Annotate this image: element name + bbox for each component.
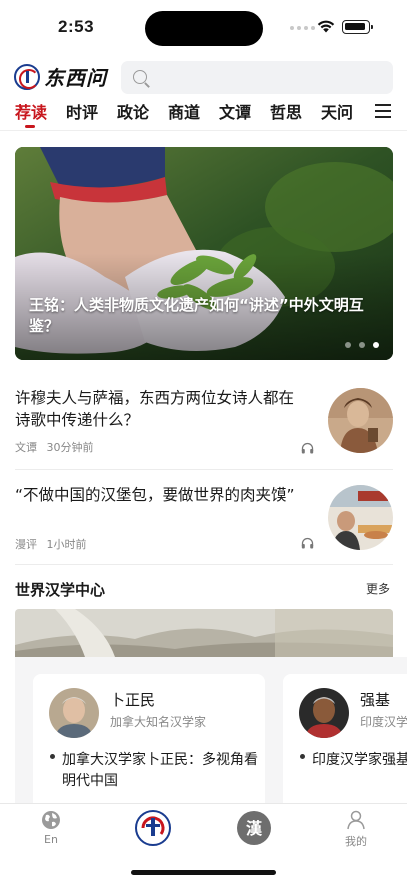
article-category: 文谭 bbox=[15, 441, 37, 454]
globe-icon bbox=[42, 811, 60, 829]
tab-commentary[interactable]: 时评 bbox=[66, 99, 98, 123]
article-item[interactable]: 许穆夫人与萨福，东西方两位女诗人都在诗歌中传递什么？ 文谭 30分钟前 bbox=[15, 385, 393, 470]
tab-science[interactable]: 天问 bbox=[321, 99, 353, 123]
section-banner bbox=[15, 609, 393, 657]
user-icon bbox=[347, 810, 365, 830]
headphones-icon[interactable] bbox=[301, 537, 314, 549]
nav-profile[interactable]: 我的 bbox=[343, 810, 369, 849]
carousel-dot-active bbox=[373, 342, 379, 348]
tab-politics[interactable]: 政论 bbox=[117, 99, 149, 123]
tab-culture[interactable]: 文谭 bbox=[219, 99, 251, 123]
article-title[interactable]: “不做中国的汉堡包，要做世界的肉夹馍” bbox=[15, 484, 305, 506]
article-item[interactable]: “不做中国的汉堡包，要做世界的肉夹馍” 漫评 1小时前 bbox=[15, 482, 393, 567]
active-tab-indicator bbox=[25, 125, 35, 128]
scholar-card[interactable]: 强基 印度汉学家 印度汉学家强基：“以译传道” bbox=[283, 674, 407, 803]
scholar-description: 加拿大知名汉学家 bbox=[110, 715, 207, 729]
logo-text: 东西问 bbox=[44, 66, 107, 90]
hero-caption[interactable]: 王铭：人类非物质文化遗产如何“讲述”中外文明互鉴？ bbox=[29, 295, 364, 337]
search-input[interactable] bbox=[157, 61, 387, 94]
dynamic-island bbox=[145, 11, 263, 46]
search-box[interactable] bbox=[121, 61, 393, 94]
carousel-dot bbox=[359, 342, 365, 348]
scholar-article-title[interactable]: 印度汉学家强基：“以译传道” bbox=[312, 750, 407, 771]
wifi-icon bbox=[317, 20, 335, 33]
status-bar: 2:53 bbox=[0, 0, 407, 56]
tab-business[interactable]: 商道 bbox=[168, 99, 200, 123]
nav-english[interactable]: En bbox=[39, 810, 63, 846]
article-time: 30分钟前 bbox=[46, 441, 94, 454]
menu-icon[interactable] bbox=[375, 104, 391, 118]
bullet-icon bbox=[49, 750, 58, 759]
section-more-link[interactable]: 更多 bbox=[366, 580, 390, 597]
article-thumbnail bbox=[328, 485, 393, 550]
hero-carousel[interactable]: 王铭：人类非物质文化遗产如何“讲述”中外文明互鉴？ bbox=[15, 147, 393, 360]
article-category: 漫评 bbox=[15, 538, 37, 551]
app-header: 东西问 bbox=[0, 58, 407, 96]
carousel-dot bbox=[345, 342, 351, 348]
bullet-icon bbox=[299, 750, 308, 759]
tab-philosophy[interactable]: 哲思 bbox=[270, 99, 302, 123]
scholar-carousel[interactable]: 卜正民 加拿大知名汉学家 加拿大汉学家卜正民：多视角看明代中国 强基 印度汉学家… bbox=[15, 657, 407, 803]
nav-profile-label: 我的 bbox=[345, 835, 367, 848]
scholar-card[interactable]: 卜正民 加拿大知名汉学家 加拿大汉学家卜正民：多视角看明代中国 bbox=[33, 674, 265, 803]
divider bbox=[15, 469, 393, 470]
scholar-article-title[interactable]: 加拿大汉学家卜正民：多视角看明代中国 bbox=[62, 750, 258, 792]
category-tabs: 荐读 时评 政论 商道 文谭 哲思 天问 bbox=[0, 97, 407, 131]
scholar-avatar bbox=[299, 688, 349, 738]
scholar-avatar bbox=[49, 688, 99, 738]
article-meta: 漫评 1小时前 bbox=[15, 536, 87, 552]
logo-seal-icon bbox=[14, 63, 40, 90]
carousel-indicator bbox=[345, 342, 379, 348]
scholar-description: 印度汉学家 bbox=[360, 715, 407, 729]
search-icon bbox=[133, 70, 147, 84]
article-time: 1小时前 bbox=[46, 538, 87, 551]
divider bbox=[15, 564, 393, 565]
nav-english-label: En bbox=[44, 833, 58, 846]
headphones-icon[interactable] bbox=[301, 442, 314, 454]
battery-icon bbox=[342, 20, 373, 34]
cellular-signal-icon bbox=[290, 26, 315, 30]
tab-recommended[interactable]: 荐读 bbox=[15, 99, 47, 123]
scholar-name: 卜正民 bbox=[110, 691, 156, 709]
nav-home[interactable] bbox=[135, 810, 171, 849]
app-logo[interactable]: 东西问 bbox=[14, 62, 107, 91]
article-title[interactable]: 许穆夫人与萨福，东西方两位女诗人都在诗歌中传递什么？ bbox=[15, 387, 305, 431]
nav-hanxue[interactable]: 漢 bbox=[236, 810, 272, 849]
home-indicator[interactable] bbox=[131, 870, 276, 875]
status-time: 2:53 bbox=[58, 17, 95, 36]
hanxue-seal-icon: 漢 bbox=[237, 811, 271, 845]
article-thumbnail bbox=[328, 388, 393, 453]
scholar-name: 强基 bbox=[360, 691, 391, 709]
article-meta: 文谭 30分钟前 bbox=[15, 439, 94, 455]
section-title: 世界汉学中心 bbox=[15, 581, 106, 599]
svg-text:漢: 漢 bbox=[246, 819, 263, 838]
logo-seal-icon bbox=[135, 810, 171, 846]
